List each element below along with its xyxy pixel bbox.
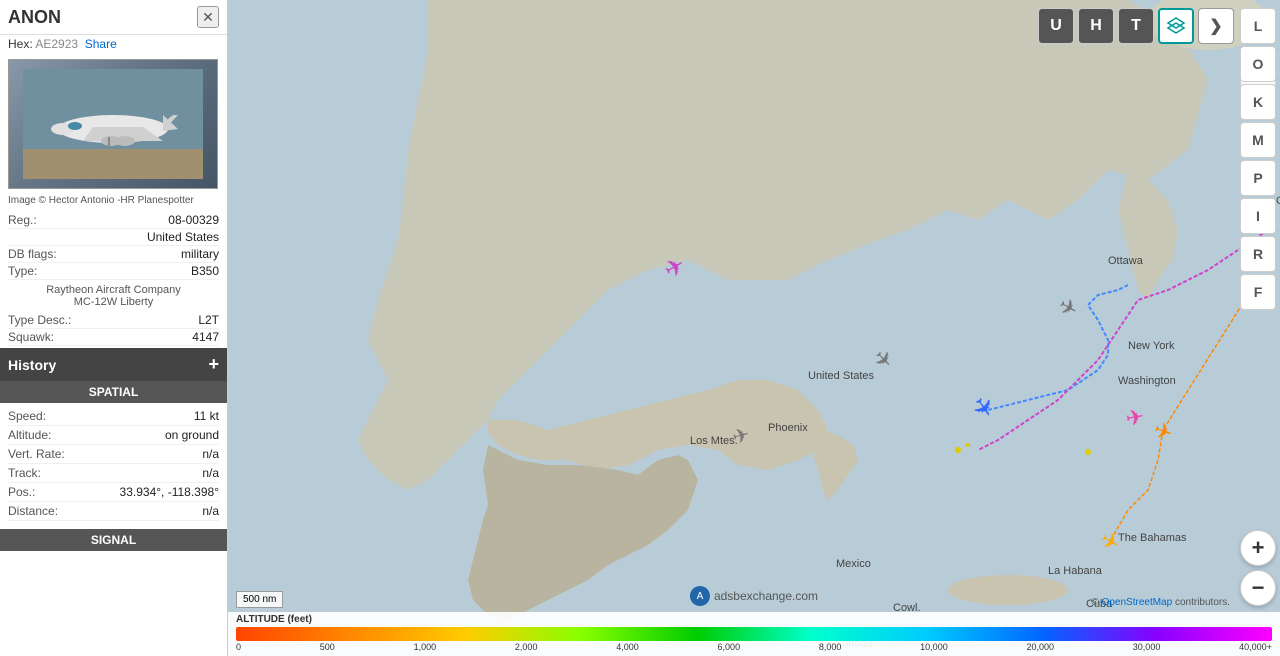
history-expand-icon[interactable]: + — [208, 354, 219, 375]
type-label: Type: — [8, 264, 37, 278]
copyright: © OpenStreetMap contributors. — [1091, 597, 1230, 608]
altitude-value: on ground — [165, 428, 219, 442]
altitude-gradient — [236, 627, 1272, 641]
image-credit: Image © Hector Antonio -HR Planespotter — [0, 193, 227, 210]
manufacturer-block: Raytheon Aircraft Company MC-12W Liberty — [0, 282, 227, 310]
model-name: MC-12W Liberty — [8, 296, 219, 308]
track-row: Track: n/a — [8, 464, 219, 483]
manufacturer-name: Raytheon Aircraft Company — [8, 284, 219, 296]
watermark-text: adsbexchange.com — [714, 589, 818, 603]
vertrate-row: Vert. Rate: n/a — [8, 445, 219, 464]
typedesc-value: L2T — [198, 313, 219, 327]
openstreetmap-link[interactable]: OpenStreetMap — [1102, 597, 1173, 608]
btn-I[interactable]: I — [1240, 198, 1276, 234]
info-table-2: Type Desc.: L2T Squawk: 4147 — [0, 310, 227, 348]
layers-icon — [1166, 16, 1186, 36]
dbflags-label: DB flags: — [8, 247, 57, 261]
history-header[interactable]: History + — [0, 348, 227, 381]
watermark: A adsbexchange.com — [690, 586, 818, 606]
btn-O[interactable]: O — [1240, 46, 1276, 82]
distance-value: n/a — [202, 504, 219, 518]
typedesc-row: Type Desc.: L2T — [8, 312, 219, 329]
aircraft-svg — [23, 69, 203, 179]
btn-layers[interactable] — [1158, 8, 1194, 44]
scale-label: 500 nm — [243, 594, 276, 605]
track-label: Track: — [8, 466, 41, 480]
image-placeholder — [9, 60, 217, 188]
map-svg — [228, 0, 1280, 656]
speed-value: 11 kt — [194, 409, 219, 423]
scale-bar: 500 nm — [236, 591, 283, 608]
spatial-table: Speed: 11 kt Altitude: on ground Vert. R… — [0, 403, 227, 525]
zoom-out-button[interactable]: − — [1240, 570, 1276, 606]
speed-row: Speed: 11 kt — [8, 407, 219, 426]
type-row: Type: B350 — [8, 263, 219, 280]
reg-value: 08-00329 — [168, 213, 219, 227]
btn-T[interactable]: T — [1118, 8, 1154, 44]
dbflags-value: military — [181, 247, 219, 261]
history-label: History — [8, 357, 56, 373]
altitude-label: Altitude: — [8, 428, 51, 442]
pos-value: 33.934°, -118.398° — [120, 485, 219, 499]
aircraft-image — [8, 59, 218, 189]
btn-H[interactable]: H — [1078, 8, 1114, 44]
watermark-logo: A — [690, 586, 710, 606]
map-container[interactable]: United States Ottawa New York Washington… — [228, 0, 1280, 656]
map-top-buttons: U H T ❯ — [1038, 8, 1234, 44]
zoom-in-button[interactable]: + — [1240, 530, 1276, 566]
map-right-buttons: L O K M P I R F — [1240, 8, 1276, 310]
spatial-label: SPATIAL — [89, 385, 139, 399]
pos-row: Pos.: 33.934°, -118.398° — [8, 483, 219, 502]
spatial-header: SPATIAL — [0, 381, 227, 403]
sidebar: ANON ✕ Hex: AE2923 Share — [0, 0, 228, 656]
distance-label: Distance: — [8, 504, 58, 518]
typedesc-label: Type Desc.: — [8, 313, 71, 327]
btn-R[interactable]: R — [1240, 236, 1276, 272]
hex-row: Hex: AE2923 Share — [0, 35, 227, 55]
squawk-row: Squawk: 4147 — [8, 329, 219, 346]
country-row: United States — [8, 229, 219, 246]
hex-value: AE2923 — [35, 37, 78, 51]
altitude-row: Altitude: on ground — [8, 426, 219, 445]
info-table: Reg.: 08-00329 United States DB flags: m… — [0, 210, 227, 282]
squawk-label: Squawk: — [8, 330, 54, 344]
close-button[interactable]: ✕ — [197, 6, 219, 28]
reg-label: Reg.: — [8, 213, 37, 227]
btn-F[interactable]: F — [1240, 274, 1276, 310]
signal-header: SIGNAL — [0, 529, 227, 551]
altitude-ticks: 0 500 1,000 2,000 4,000 6,000 8,000 10,0… — [236, 642, 1272, 652]
share-link[interactable]: Share — [85, 37, 117, 51]
btn-U[interactable]: U — [1038, 8, 1074, 44]
btn-collapse[interactable]: ❯ — [1198, 8, 1234, 44]
dbflags-row: DB flags: military — [8, 246, 219, 263]
signal-label: SIGNAL — [91, 533, 136, 547]
track-value: n/a — [202, 466, 219, 480]
btn-K[interactable]: K — [1240, 84, 1276, 120]
aircraft-title: ANON — [8, 7, 61, 28]
type-value: B350 — [191, 264, 219, 278]
vertrate-label: Vert. Rate: — [8, 447, 65, 461]
speed-label: Speed: — [8, 409, 46, 423]
altitude-bar-label: ALTITUDE (feet) — [236, 614, 1272, 625]
country-value: United States — [147, 230, 219, 244]
vertrate-value: n/a — [202, 447, 219, 461]
sidebar-header: ANON ✕ — [0, 0, 227, 35]
reg-row: Reg.: 08-00329 — [8, 212, 219, 229]
zoom-controls: + − — [1240, 530, 1276, 606]
squawk-value: 4147 — [192, 330, 219, 344]
btn-M[interactable]: M — [1240, 122, 1276, 158]
btn-L[interactable]: L — [1240, 8, 1276, 44]
pos-label: Pos.: — [8, 485, 35, 499]
altitude-bar: ALTITUDE (feet) 0 500 1,000 2,000 4,000 … — [228, 612, 1280, 656]
distance-row: Distance: n/a — [8, 502, 219, 521]
btn-P[interactable]: P — [1240, 160, 1276, 196]
